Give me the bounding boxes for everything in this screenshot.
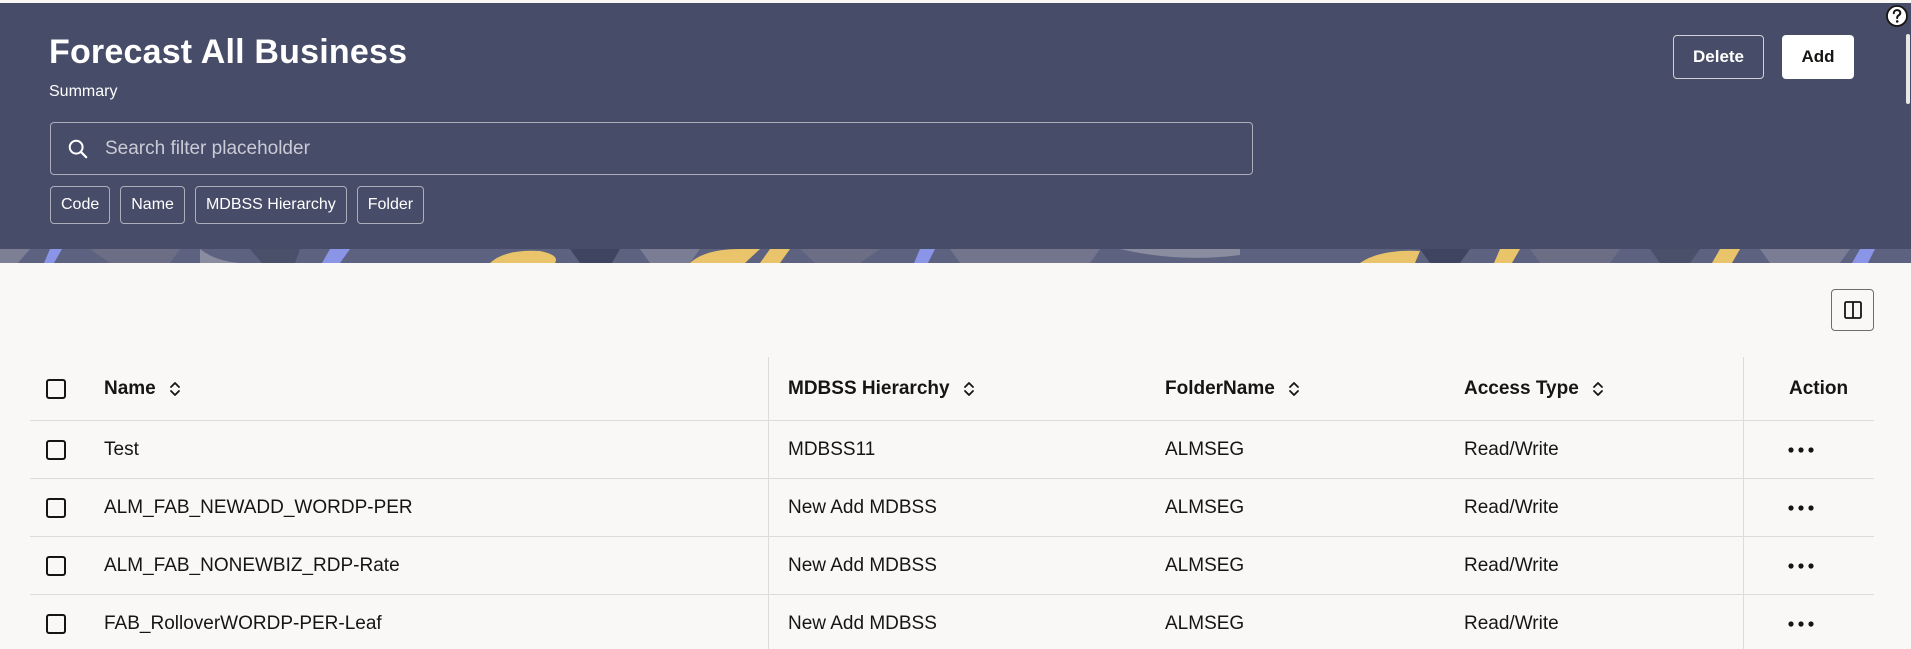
page-header: Forecast All Business Summary Delete Add… xyxy=(0,3,1911,249)
cell-mdbss-hierarchy: New Add MDBSS xyxy=(788,612,937,634)
cell-foldername: ALMSEG xyxy=(1165,612,1245,634)
more-horizontal-icon xyxy=(1788,620,1814,627)
row-actions-button[interactable] xyxy=(1781,609,1821,639)
filter-chip-name[interactable]: Name xyxy=(120,186,185,224)
search-input[interactable] xyxy=(103,123,1243,174)
help-circle-icon[interactable] xyxy=(1885,4,1909,28)
app-window: Forecast All Business Summary Delete Add… xyxy=(0,0,1911,649)
column-layout-button[interactable] xyxy=(1831,289,1874,331)
column-divider xyxy=(768,595,769,649)
column-divider xyxy=(768,421,769,478)
sort-icon[interactable] xyxy=(1591,379,1605,399)
add-button[interactable]: Add xyxy=(1782,35,1854,79)
table-row[interactable]: ALM_FAB_NONEWBIZ_RDP-Rate New Add MDBSS … xyxy=(30,537,1874,595)
row-checkbox[interactable] xyxy=(46,555,66,576)
column-divider xyxy=(768,357,769,420)
column-header-foldername[interactable]: FolderName xyxy=(1165,357,1445,420)
page-scrollbar[interactable] xyxy=(1906,34,1910,104)
row-actions-button[interactable] xyxy=(1781,551,1821,581)
more-horizontal-icon xyxy=(1788,504,1814,511)
cell-access-type: Read/Write xyxy=(1464,496,1559,518)
cell-mdbss-hierarchy: New Add MDBSS xyxy=(788,554,937,576)
sort-icon[interactable] xyxy=(962,379,976,399)
filter-chip-code[interactable]: Code xyxy=(50,186,111,224)
row-checkbox[interactable] xyxy=(46,613,66,634)
column-divider xyxy=(768,537,769,594)
cell-mdbss-hierarchy: MDBSS11 xyxy=(788,438,876,460)
filter-chip-mdbss-hierarchy[interactable]: MDBSS Hierarchy xyxy=(194,186,347,224)
cell-access-type: Read/Write xyxy=(1464,554,1559,576)
cell-name: ALM_FAB_NEWADD_WORDP-PER xyxy=(104,496,413,518)
more-horizontal-icon xyxy=(1788,446,1814,453)
cell-name: FAB_RolloverWORDP-PER-Leaf xyxy=(104,612,382,634)
row-actions-button[interactable] xyxy=(1781,493,1821,523)
page-title: Forecast All Business xyxy=(49,33,408,71)
filter-chip-folder[interactable]: Folder xyxy=(356,186,425,224)
column-layout-icon xyxy=(1843,301,1862,319)
page-subtitle: Summary xyxy=(49,83,118,100)
table-row[interactable]: FAB_RolloverWORDP-PER-Leaf New Add MDBSS… xyxy=(30,595,1874,649)
cell-access-type: Read/Write xyxy=(1464,438,1559,460)
table-header-row: Name MDBSS Hierarchy FolderName Access T… xyxy=(30,357,1874,421)
delete-button[interactable]: Delete xyxy=(1673,35,1764,79)
row-actions-button[interactable] xyxy=(1781,435,1821,465)
data-table: Name MDBSS Hierarchy FolderName Access T… xyxy=(30,357,1874,649)
cell-foldername: ALMSEG xyxy=(1165,554,1245,576)
column-header-access-type[interactable]: Access Type xyxy=(1464,357,1744,420)
column-header-name[interactable]: Name xyxy=(104,357,764,420)
cell-access-type: Read/Write xyxy=(1464,612,1559,634)
column-header-action: Action xyxy=(1789,377,1849,399)
row-checkbox[interactable] xyxy=(46,439,66,460)
select-all-checkbox[interactable] xyxy=(46,378,66,399)
decorative-pattern xyxy=(0,249,1911,263)
table-row[interactable]: Test MDBSS11 ALMSEG Read/Write xyxy=(30,421,1874,479)
header-pattern-band xyxy=(0,249,1911,263)
search-icon xyxy=(68,139,88,159)
sort-icon[interactable] xyxy=(168,379,182,399)
cell-foldername: ALMSEG xyxy=(1165,496,1245,518)
cell-mdbss-hierarchy: New Add MDBSS xyxy=(788,496,937,518)
column-divider xyxy=(768,479,769,536)
column-header-mdbss-hierarchy[interactable]: MDBSS Hierarchy xyxy=(788,357,1148,420)
row-checkbox[interactable] xyxy=(46,497,66,518)
cell-name: ALM_FAB_NONEWBIZ_RDP-Rate xyxy=(104,554,400,576)
sort-icon[interactable] xyxy=(1287,379,1301,399)
more-horizontal-icon xyxy=(1788,562,1814,569)
filter-chips: Code Name MDBSS Hierarchy Folder xyxy=(50,186,425,224)
search-field[interactable] xyxy=(50,122,1253,175)
cell-name: Test xyxy=(104,438,139,460)
cell-foldername: ALMSEG xyxy=(1165,438,1245,460)
table-row[interactable]: ALM_FAB_NEWADD_WORDP-PER New Add MDBSS A… xyxy=(30,479,1874,537)
